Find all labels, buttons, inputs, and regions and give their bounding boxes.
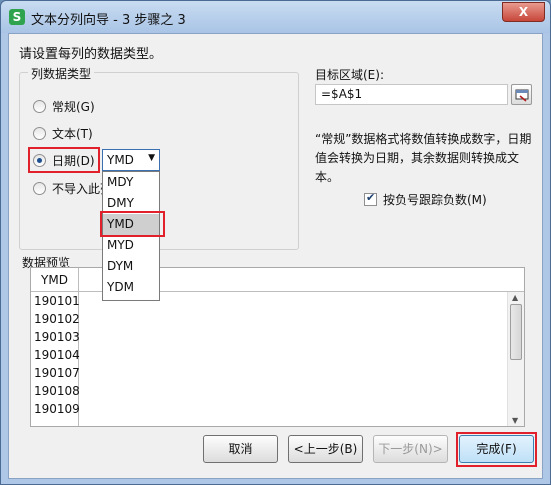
cancel-button[interactable]: 取消 xyxy=(203,435,278,463)
radio-text-circle[interactable] xyxy=(33,126,46,140)
preview-column-header[interactable]: YMD xyxy=(31,268,79,292)
finish-button-highlight xyxy=(456,432,537,467)
title-bar[interactable]: S 文本分列向导 - 3 步骤之 3 X xyxy=(1,1,550,33)
column-type-legend: 列数据类型 xyxy=(28,65,95,82)
preview-cell: 190103 xyxy=(34,330,80,344)
radio-general-circle[interactable] xyxy=(33,99,46,113)
scroll-down-arrow-icon[interactable]: ▼ xyxy=(512,416,518,425)
date-format-value: YMD xyxy=(107,153,134,167)
close-button[interactable]: X xyxy=(502,2,545,22)
date-format-option-myd[interactable]: MYD xyxy=(103,235,159,256)
range-select-icon xyxy=(515,89,529,102)
preview-cell: 190104 xyxy=(34,348,80,362)
radio-general[interactable]: 常规(G) xyxy=(33,98,95,114)
checkmark-icon: ✔ xyxy=(366,191,376,204)
preview-cell: 190109 xyxy=(34,402,80,416)
wps-app-icon: S xyxy=(9,9,25,25)
next-button[interactable]: 下一步(N)> xyxy=(373,435,448,463)
preview-vertical-scrollbar[interactable]: ▲ ▼ xyxy=(507,292,524,426)
preview-cell: 190101 xyxy=(34,294,80,308)
dropdown-arrow-icon[interactable]: ▼ xyxy=(148,153,155,163)
preview-column[interactable]: 190101 190102 190103 190104 190107 19010… xyxy=(31,292,80,426)
date-option-highlight xyxy=(28,147,100,173)
wizard-window: S 文本分列向导 - 3 步骤之 3 X 请设置每列的数据类型。 列数据类型 常… xyxy=(0,0,551,485)
scrollbar-thumb[interactable] xyxy=(510,304,522,360)
negative-sign-option[interactable]: ✔ 按负号跟踪负数(M) xyxy=(364,191,487,208)
back-button[interactable]: <上一步(B) xyxy=(288,435,363,463)
scroll-up-arrow-icon[interactable]: ▲ xyxy=(512,293,518,302)
target-area-label: 目标区域(E): xyxy=(315,68,384,82)
date-format-option-dym[interactable]: DYM xyxy=(103,256,159,277)
ymd-option-highlight xyxy=(100,211,165,237)
radio-general-label: 常规(G) xyxy=(52,99,95,114)
preview-cell: 190102 xyxy=(34,312,80,326)
preview-cell: 190107 xyxy=(34,366,80,380)
target-area-input[interactable]: =$A$1 xyxy=(315,84,508,105)
negative-sign-checkbox[interactable]: ✔ xyxy=(364,191,377,206)
instruction-text: 请设置每列的数据类型。 xyxy=(19,47,163,62)
radio-text-label: 文本(T) xyxy=(52,126,93,141)
date-format-option-ydm[interactable]: YDM xyxy=(103,277,159,298)
radio-skip-circle[interactable] xyxy=(33,181,46,195)
range-select-button[interactable] xyxy=(511,84,532,105)
date-format-option-mdy[interactable]: MDY xyxy=(103,172,159,193)
dialog-body: 请设置每列的数据类型。 列数据类型 常规(G) 文本(T) 日期(D) 不导入此… xyxy=(8,33,543,479)
radio-text[interactable]: 文本(T) xyxy=(33,125,93,141)
format-description: “常规”数据格式将数值转换成数字，日期值会转换为日期，其余数据则转换成文本。 xyxy=(315,132,532,184)
date-format-select[interactable]: YMD ▼ xyxy=(102,149,160,171)
preview-cell: 190108 xyxy=(34,384,80,398)
radio-skip[interactable]: 不导入此列 xyxy=(33,180,112,196)
negative-sign-label: 按负号跟踪负数(M) xyxy=(383,193,487,207)
window-title: 文本分列向导 - 3 步骤之 3 xyxy=(31,13,186,28)
